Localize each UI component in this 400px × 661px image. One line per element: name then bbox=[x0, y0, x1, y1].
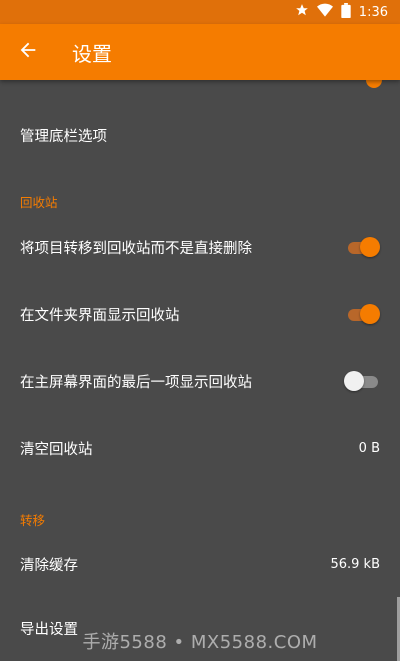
show-recycle-in-folders-item[interactable]: 在文件夹界面显示回收站 bbox=[0, 287, 400, 341]
arrow-back-icon bbox=[17, 39, 39, 65]
show-recycle-in-folders-toggle[interactable] bbox=[346, 304, 380, 324]
empty-recycle-item[interactable]: 清空回收站 0 B bbox=[0, 421, 400, 475]
partial-toggle-thumb[interactable] bbox=[366, 80, 382, 88]
manage-bottom-tabs-label: 管理底栏选项 bbox=[20, 128, 107, 145]
show-recycle-last-label: 在主屏幕界面的最后一项显示回收站 bbox=[20, 374, 252, 391]
clear-cache-item[interactable]: 清除缓存 56.9 kB bbox=[0, 538, 400, 590]
app-bar: 设置 bbox=[0, 24, 400, 80]
watermark: 手游5588 • MX5588.COM bbox=[82, 632, 318, 653]
wifi-icon bbox=[316, 3, 333, 21]
star-icon bbox=[295, 3, 309, 21]
clear-cache-label: 清除缓存 bbox=[20, 557, 78, 574]
settings-list: 管理底栏选项 回收站 将项目转移到回收站而不是直接删除 在文件夹界面显示回收站 … bbox=[0, 80, 400, 661]
status-time: 1:36 bbox=[358, 4, 388, 20]
cache-size-value: 56.9 kB bbox=[330, 556, 380, 572]
back-button[interactable] bbox=[0, 24, 56, 80]
status-bar: 1:36 bbox=[0, 0, 400, 24]
show-recycle-last-toggle[interactable] bbox=[344, 371, 380, 391]
page-title: 设置 bbox=[72, 41, 112, 66]
show-recycle-in-folders-label: 在文件夹界面显示回收站 bbox=[20, 307, 180, 324]
show-recycle-last-item[interactable]: 在主屏幕界面的最后一项显示回收站 bbox=[0, 354, 400, 408]
empty-recycle-label: 清空回收站 bbox=[20, 441, 93, 458]
battery-icon bbox=[341, 2, 351, 22]
move-to-recycle-toggle[interactable] bbox=[346, 237, 380, 257]
manage-bottom-tabs-item[interactable]: 管理底栏选项 bbox=[0, 110, 400, 160]
recycle-bin-section-header: 回收站 bbox=[20, 195, 58, 210]
move-to-recycle-item[interactable]: 将项目转移到回收站而不是直接删除 bbox=[0, 220, 400, 274]
recycle-size-value: 0 B bbox=[358, 440, 380, 456]
move-to-recycle-label: 将项目转移到回收站而不是直接删除 bbox=[20, 240, 252, 257]
migrate-section-header: 转移 bbox=[20, 513, 46, 528]
